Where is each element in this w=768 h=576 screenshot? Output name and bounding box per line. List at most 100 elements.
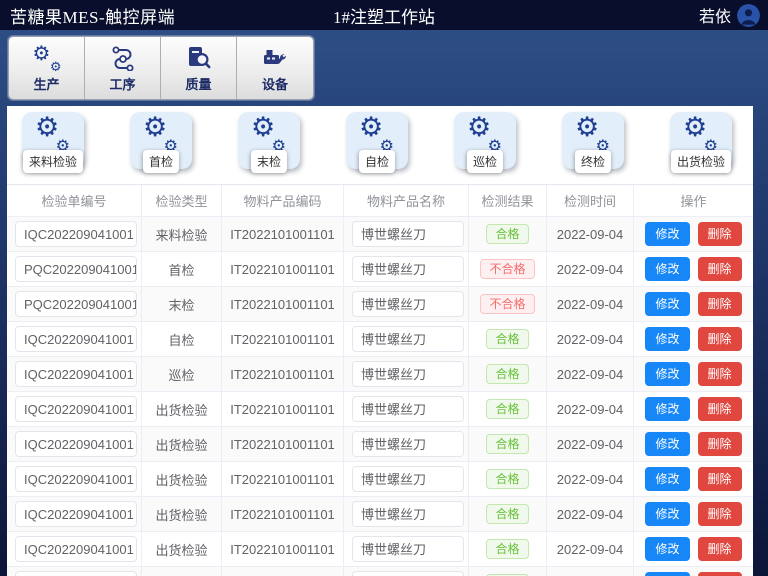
user-avatar-icon[interactable]: [737, 4, 760, 27]
dual-gear-icon: ⚙⚙: [359, 118, 395, 152]
material-code: IT2022101001101: [222, 497, 344, 532]
delete-button[interactable]: 删除: [698, 397, 742, 421]
edit-button[interactable]: 修改: [645, 292, 689, 316]
edit-button[interactable]: 修改: [645, 327, 689, 351]
inspection-order-no: IQC202209041001: [15, 466, 137, 492]
material-name: 博世螺丝刀: [352, 396, 464, 422]
material-code: IT2022101001101: [222, 462, 344, 497]
delete-button[interactable]: 删除: [698, 432, 742, 456]
column-header: 检验单编号: [7, 185, 142, 217]
dual-gear-icon: ⚙⚙: [683, 118, 719, 152]
column-header: 物料产品名称: [344, 185, 469, 217]
inspection-date: 2022-09-04: [547, 392, 634, 427]
inspection-type: 巡检: [142, 357, 222, 392]
title-bar: 苦糖果MES-触控屏端 1#注塑工作站 若依: [0, 0, 768, 30]
inspection-date: 2022-09-04: [547, 462, 634, 497]
result-badge: 不合格: [480, 294, 534, 314]
material-name: 博世螺丝刀: [352, 361, 464, 387]
table-row: IQC202209041001 出货检验 IT2022101001101 博世螺…: [7, 497, 753, 532]
toolbar-label: 设备: [262, 74, 288, 93]
inspection-date: 2022-09-04: [547, 357, 634, 392]
edit-button[interactable]: 修改: [645, 502, 689, 526]
inspection-order-no: IQC202209041001: [15, 361, 137, 387]
material-code: IT2022101001101: [222, 322, 344, 357]
inspection-type: 出货检验: [142, 567, 222, 576]
table-row: IQC202209041001 出货检验 IT2022101001101 博世螺…: [7, 392, 753, 427]
inspection-type: 出货检验: [142, 392, 222, 427]
delete-button[interactable]: 删除: [698, 292, 742, 316]
toolbar-item-process[interactable]: 工序: [85, 37, 161, 99]
result-badge: 合格: [486, 434, 528, 454]
inspection-type: 末检: [142, 287, 222, 322]
column-header: 检测时间: [547, 185, 634, 217]
result-badge: 合格: [486, 329, 528, 349]
toolbar-label: 生产: [33, 74, 59, 93]
inspection-tab[interactable]: ⚙⚙ 首检: [130, 112, 192, 169]
inspection-date: 2022-09-04: [547, 532, 634, 567]
table-row: IQC202209041001 出货检验 IT2022101001101 博世螺…: [7, 532, 753, 567]
inspection-type: 出货检验: [142, 532, 222, 567]
table-row: IQC202209041001 自检 IT2022101001101 博世螺丝刀…: [7, 322, 753, 357]
inspection-tab[interactable]: ⚙⚙ 终检: [562, 112, 624, 169]
edit-button[interactable]: 修改: [645, 222, 689, 246]
delete-button[interactable]: 删除: [698, 362, 742, 386]
inspection-tab[interactable]: ⚙⚙ 出货检验: [670, 112, 732, 169]
delete-button[interactable]: 删除: [698, 537, 742, 561]
material-name: 博世螺丝刀: [352, 466, 464, 492]
delete-button[interactable]: 删除: [698, 467, 742, 491]
edit-button[interactable]: 修改: [645, 537, 689, 561]
table-row: IQC202209041001 出货检验 IT2022101001101 博世螺…: [7, 462, 753, 497]
result-badge: 合格: [486, 364, 528, 384]
table-row: IQC202209041001 巡检 IT2022101001101 博世螺丝刀…: [7, 357, 753, 392]
username: 若依: [699, 3, 731, 27]
material-code: IT2022101001101: [222, 357, 344, 392]
material-code: IT2022101001101: [222, 532, 344, 567]
user-area[interactable]: 若依: [699, 3, 760, 27]
inspection-tab[interactable]: ⚙⚙ 末检: [238, 112, 300, 169]
delete-button[interactable]: 删除: [698, 222, 742, 246]
material-code: IT2022101001101: [222, 392, 344, 427]
delete-button[interactable]: 删除: [698, 502, 742, 526]
toolbar-item-production[interactable]: ⚙⚙ 生产: [9, 37, 85, 99]
inspection-tab-label: 巡检: [467, 150, 503, 173]
column-header: 检测结果: [469, 185, 547, 217]
dual-gear-icon: ⚙⚙: [143, 118, 179, 152]
dual-gear-icon: ⚙⚙: [35, 118, 71, 152]
inspection-tab-label: 出货检验: [671, 150, 731, 173]
inspection-tab-label: 末检: [251, 150, 287, 173]
inspection-order-no: IQC202209041001: [15, 326, 137, 352]
inspection-date: 2022-09-04: [547, 217, 634, 252]
delete-button[interactable]: 删除: [698, 257, 742, 281]
dual-gear-icon: ⚙⚙: [575, 118, 611, 152]
inspection-order-no: IQC202209041001: [15, 571, 137, 576]
inspection-tab[interactable]: ⚙⚙ 自检: [346, 112, 408, 169]
inspection-date: 2022-09-04: [547, 427, 634, 462]
delete-button[interactable]: 删除: [698, 327, 742, 351]
inspection-order-no: IQC202209041001: [15, 501, 137, 527]
inspection-tab-label: 终检: [575, 150, 611, 173]
inspection-tab[interactable]: ⚙⚙ 巡检: [454, 112, 516, 169]
material-name: 博世螺丝刀: [352, 571, 464, 576]
edit-button[interactable]: 修改: [645, 397, 689, 421]
inspection-tab-label: 自检: [359, 150, 395, 173]
edit-button[interactable]: 修改: [645, 362, 689, 386]
delete-button[interactable]: 删除: [698, 572, 742, 576]
table-row: IQC202209041001 出货检验 IT2022101001101 博世螺…: [7, 567, 753, 576]
result-badge: 合格: [486, 539, 528, 559]
inspection-tab-label: 首检: [143, 150, 179, 173]
edit-button[interactable]: 修改: [645, 257, 689, 281]
inspection-date: 2022-09-04: [547, 322, 634, 357]
inspection-tab[interactable]: ⚙⚙ 来料检验: [22, 112, 84, 169]
material-code: IT2022101001101: [222, 567, 344, 576]
edit-button[interactable]: 修改: [645, 432, 689, 456]
toolbar-item-quality[interactable]: 质量: [161, 37, 237, 99]
inspection-tabs-row: ⚙⚙ 来料检验 ⚙⚙ 首检 ⚙⚙ 末检 ⚙⚙ 自检 ⚙⚙ 巡检 ⚙⚙ 终检: [7, 106, 753, 185]
material-name: 博世螺丝刀: [352, 326, 464, 352]
toolbar-item-equipment[interactable]: 设备: [237, 37, 313, 99]
column-header: 操作: [634, 185, 753, 217]
inspection-date: 2022-09-04: [547, 497, 634, 532]
edit-button[interactable]: 修改: [645, 467, 689, 491]
inspection-tab-label: 来料检验: [23, 150, 83, 173]
station-title: 1#注塑工作站: [0, 3, 768, 28]
edit-button[interactable]: 修改: [645, 572, 689, 576]
